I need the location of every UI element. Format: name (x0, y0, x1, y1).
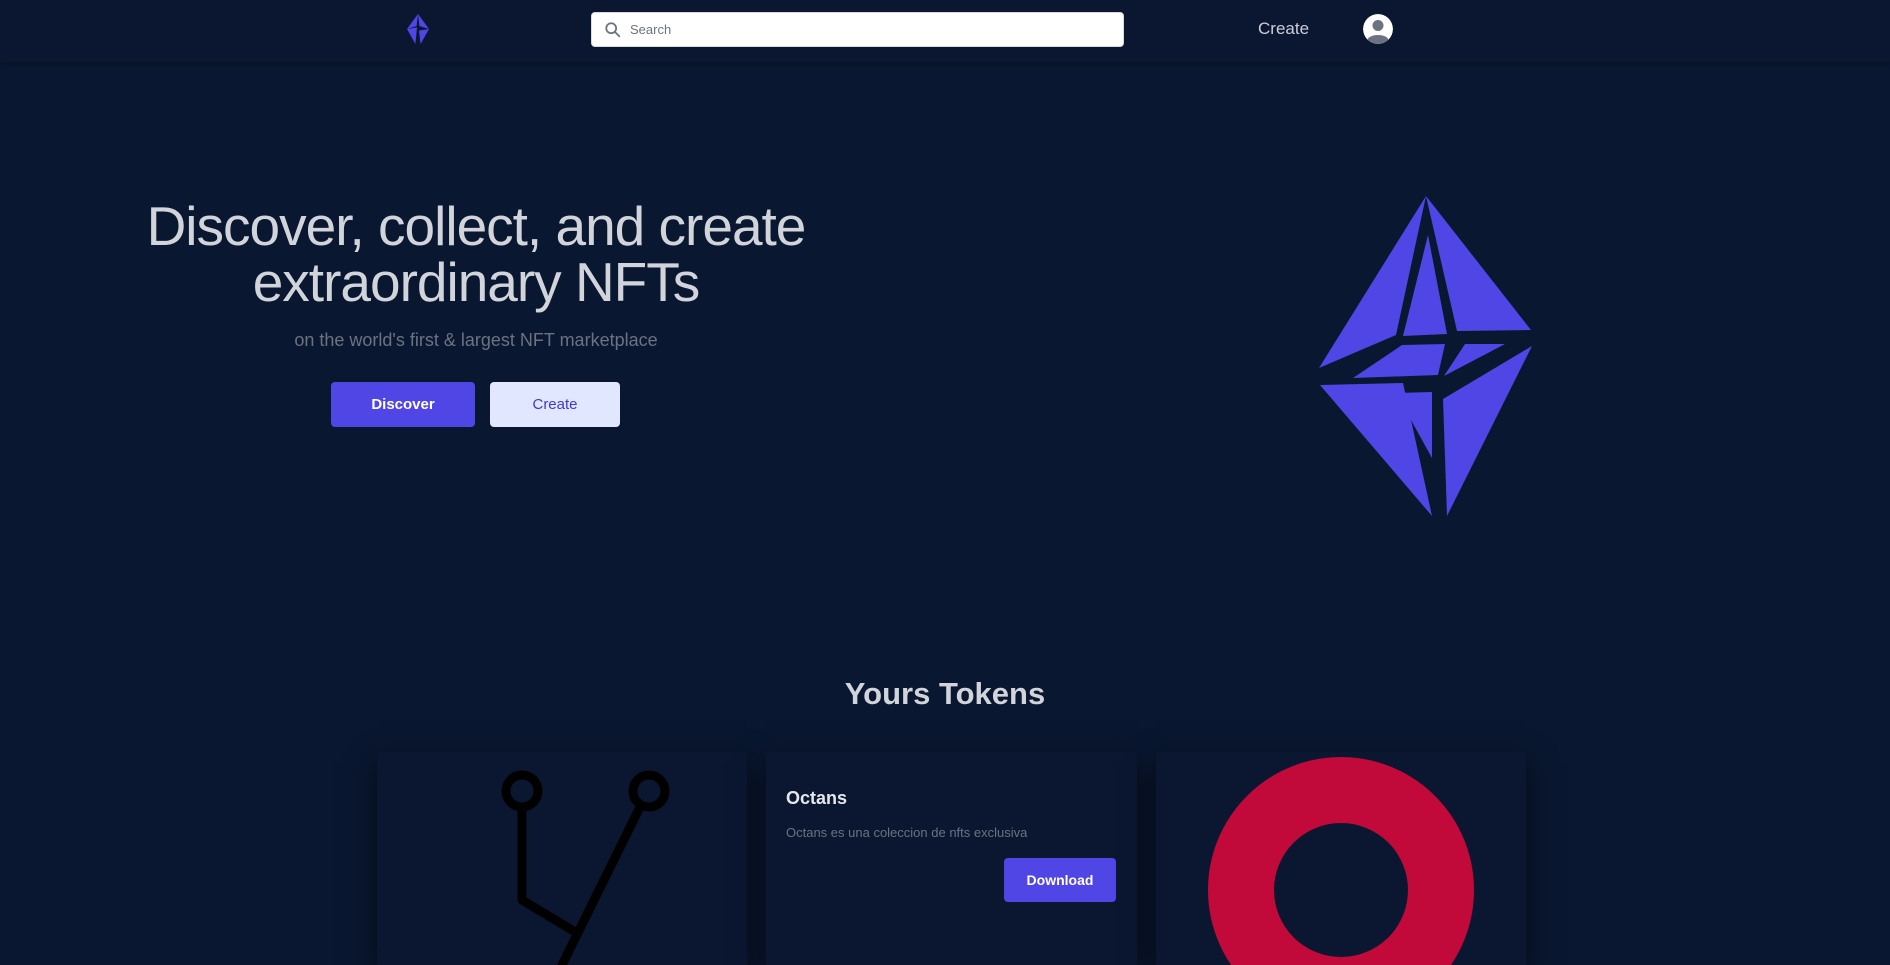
discover-button[interactable]: Discover (331, 382, 475, 427)
create-button[interactable]: Create (490, 382, 620, 427)
search-icon (605, 21, 621, 37)
octans-crystal-logo-icon (1319, 196, 1532, 516)
token-card[interactable] (377, 752, 747, 965)
hero-title-line-1: Discover, collect, and create (146, 195, 807, 257)
token-description: Octans es una coleccion de nfts exclusiv… (786, 825, 1028, 840)
top-navbar: Create (0, 0, 1890, 62)
hero-title: Discover, collect, and create extraordina… (115, 198, 837, 310)
user-avatar[interactable] (1363, 14, 1393, 44)
hero-title-line-2: extraordinary NFTs (252, 251, 701, 313)
search-bar[interactable] (591, 12, 1124, 47)
download-button[interactable]: Download (1004, 858, 1116, 902)
red-ring-icon (1208, 757, 1474, 965)
hero-subtitle: on the world's first & largest NFT marke… (294, 330, 658, 350)
token-card[interactable] (1156, 752, 1526, 965)
circuit-branch-icon (501, 770, 670, 965)
nav-create-link[interactable]: Create (1258, 19, 1309, 39)
token-name: Octans (786, 788, 848, 808)
search-input[interactable] (630, 22, 1110, 37)
octans-logo-icon[interactable] (406, 14, 430, 44)
token-card[interactable]: Octans Octans es una coleccion de nfts e… (766, 752, 1137, 965)
tokens-section-title: Yours Tokens (844, 676, 1046, 711)
user-avatar-icon (1363, 14, 1393, 44)
